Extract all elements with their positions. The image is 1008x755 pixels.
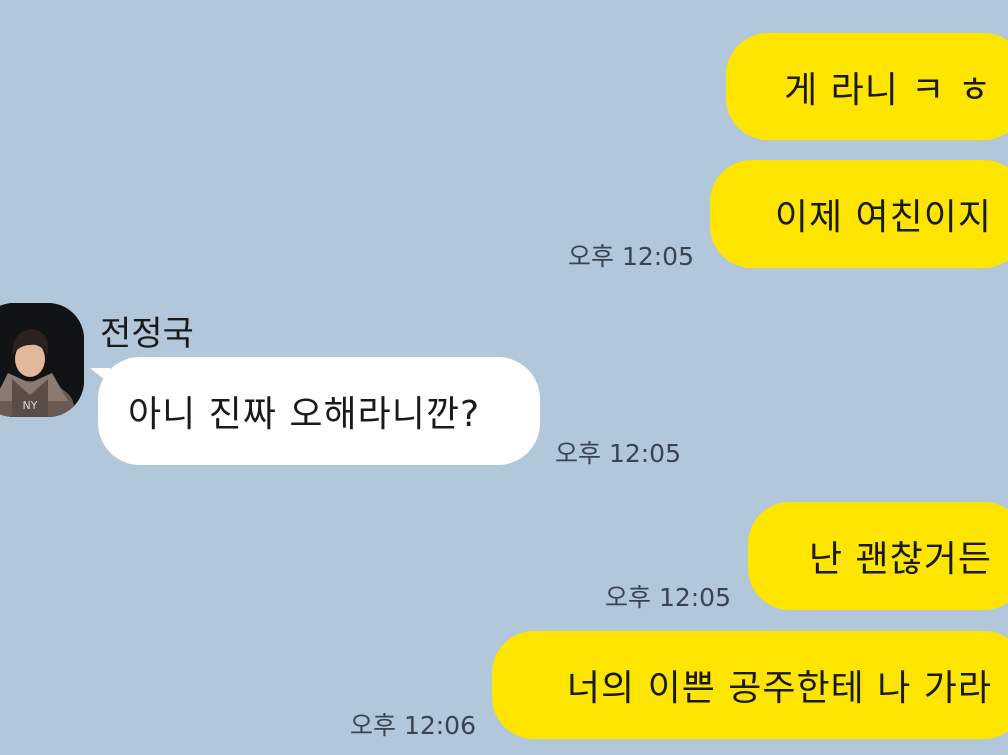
profile-photo-icon: NY	[0, 303, 84, 417]
message-bubble-received[interactable]: 아니 진짜 오해라니깐?	[98, 357, 540, 465]
avatar[interactable]: NY	[0, 303, 84, 417]
message-text: 이제 여친이지	[774, 197, 992, 238]
bubble-tail	[90, 368, 110, 384]
message-timestamp: 오후 12:05	[568, 242, 694, 271]
message-text: 아니 진짜 오해라니깐?	[128, 394, 481, 435]
message-timestamp: 오후 12:06	[350, 711, 476, 740]
message-timestamp: 오후 12:05	[605, 583, 731, 612]
sender-name: 전정국	[100, 314, 194, 354]
message-timestamp: 오후 12:05	[555, 439, 681, 468]
message-bubble-sent[interactable]: 난 괜찮거든	[748, 502, 1008, 610]
message-bubble-sent[interactable]: 너의 이쁜 공주한테 나 가라	[492, 631, 1008, 739]
message-text: 난 괜찮거든	[808, 539, 992, 580]
message-bubble-sent[interactable]: 이제 여친이지	[710, 160, 1008, 268]
bubble-tail	[1000, 62, 1008, 76]
message-text: 너의 이쁜 공주한테 나 가라	[566, 668, 992, 709]
message-text: 게 라니 ㅋ ㅎ	[784, 69, 992, 111]
svg-text:NY: NY	[23, 399, 38, 412]
message-bubble-sent[interactable]: 게 라니 ㅋ ㅎ	[726, 33, 1008, 140]
